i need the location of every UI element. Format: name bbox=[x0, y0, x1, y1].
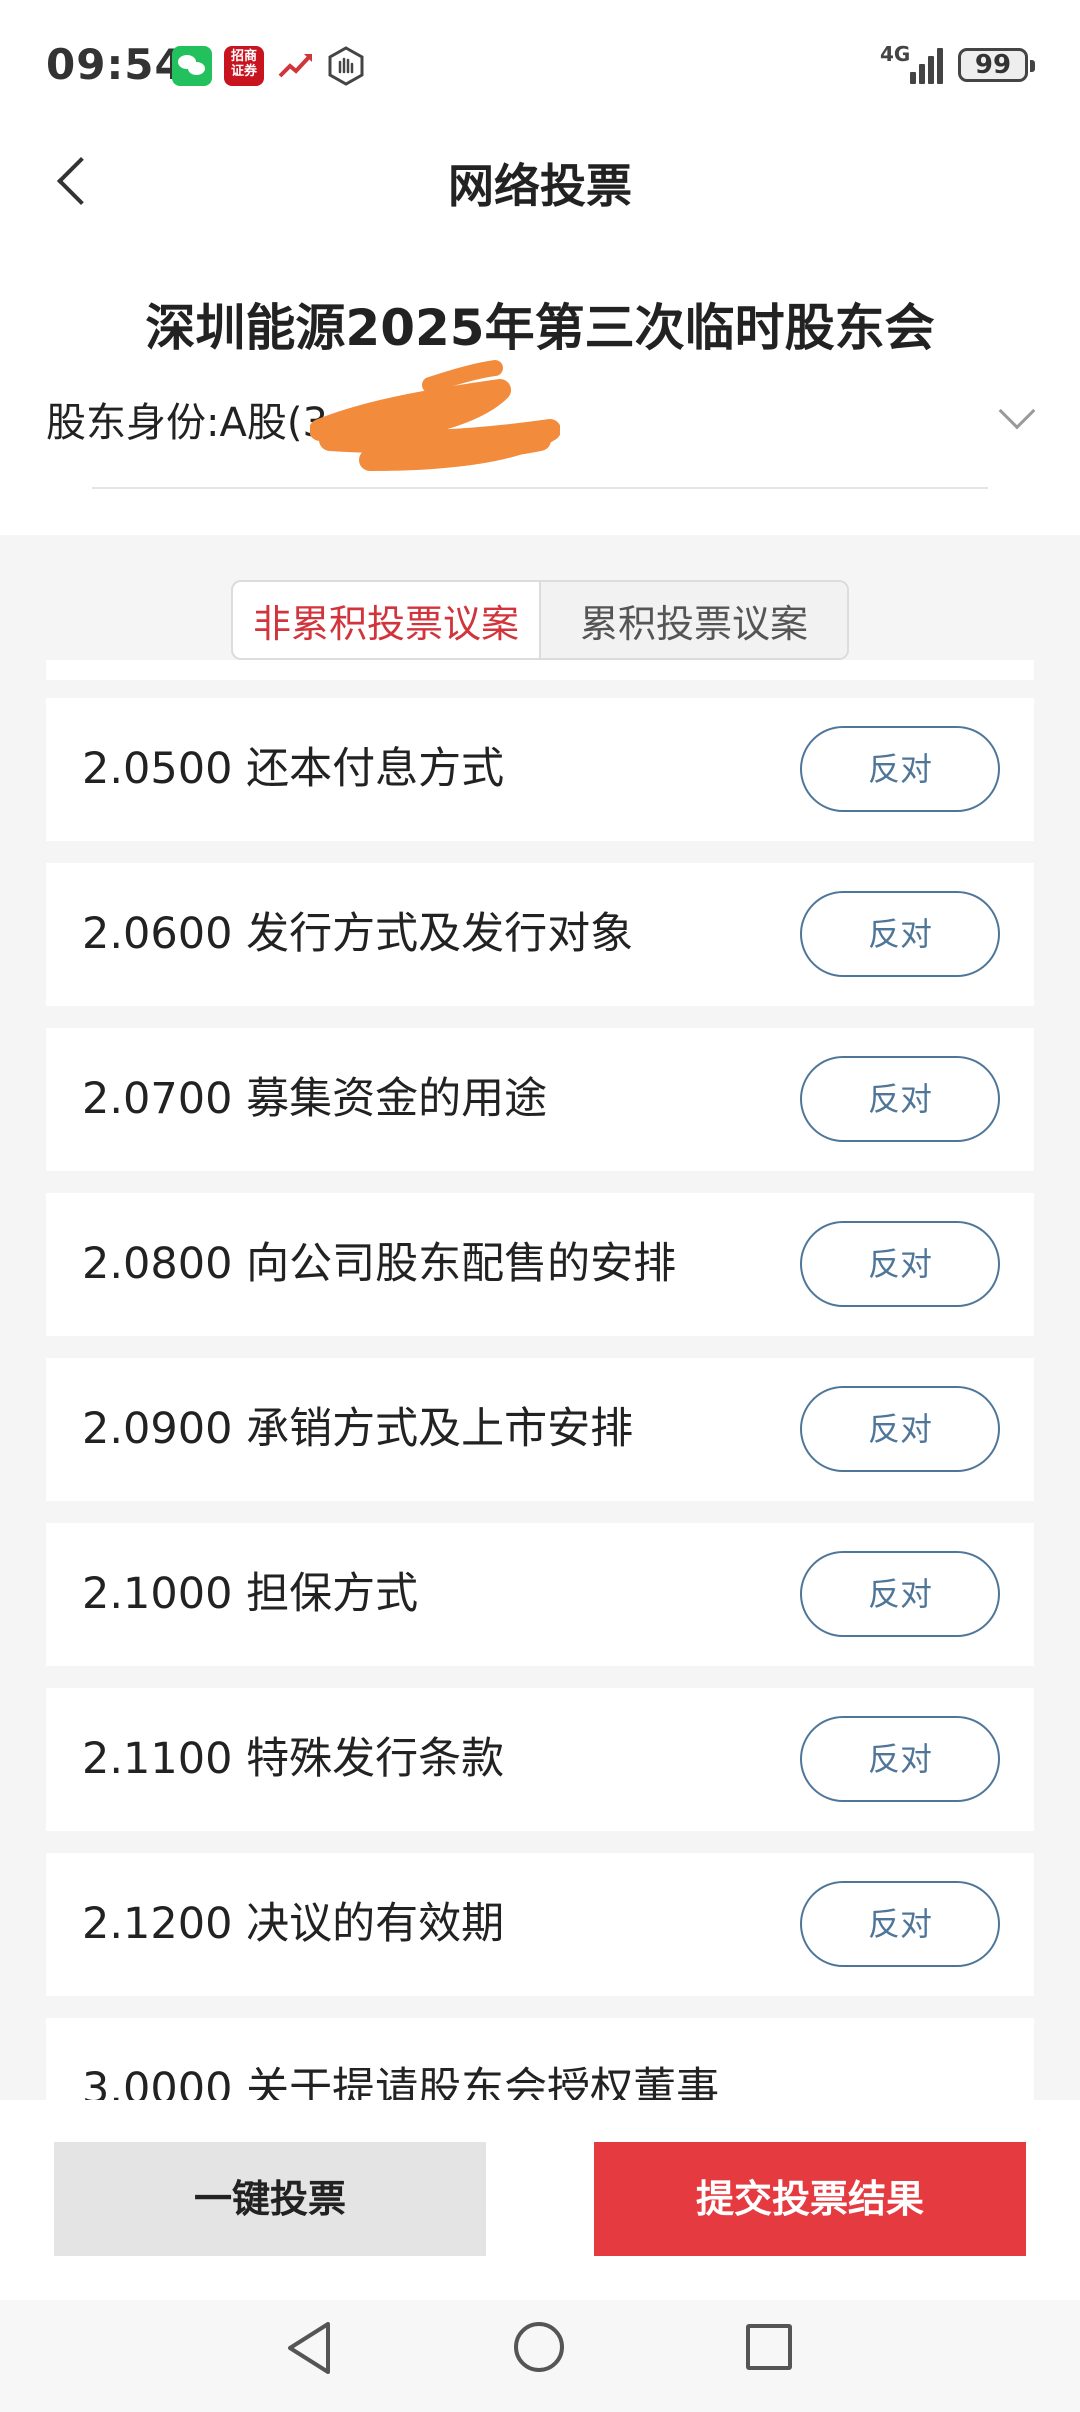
nav-back-icon[interactable] bbox=[284, 2320, 334, 2376]
chevron-down-icon[interactable] bbox=[998, 392, 1036, 430]
tab-cumulative[interactable]: 累积投票议案 bbox=[541, 582, 847, 658]
list-item: 2.0900 承销方式及上市安排 反对 bbox=[46, 1358, 1034, 1501]
meeting-title: 深圳能源2025年第三次临时股东会 bbox=[145, 299, 935, 357]
oppose-button[interactable]: 反对 bbox=[800, 1386, 1000, 1472]
list-item: 2.0500 还本付息方式 反对 bbox=[46, 698, 1034, 841]
proposal-label: 2.0600 发行方式及发行对象 bbox=[82, 909, 634, 959]
redaction-scribble bbox=[310, 360, 560, 471]
status-time: 09:54 bbox=[46, 40, 185, 89]
oppose-button[interactable]: 反对 bbox=[800, 1716, 1000, 1802]
system-nav-bar bbox=[0, 2300, 1080, 2412]
wechat-icon bbox=[172, 46, 212, 86]
oppose-button[interactable]: 反对 bbox=[800, 1881, 1000, 1967]
nav-home-icon[interactable] bbox=[514, 2322, 564, 2372]
proposal-tabs: 非累积投票议案 累积投票议案 bbox=[231, 580, 849, 660]
list-item: 2.1200 决议的有效期 反对 bbox=[46, 1853, 1034, 1996]
list-item: 3.0000 关于提请股东会授权董事 bbox=[46, 2018, 1034, 2100]
proposal-label: 2.1000 担保方式 bbox=[82, 1569, 419, 1619]
proposal-section: 非累积投票议案 累积投票议案 2.0500 还本付息方式 反对 2.0600 发… bbox=[0, 535, 1080, 2100]
oppose-button[interactable]: 反对 bbox=[800, 726, 1000, 812]
one-click-vote-button[interactable]: 一键投票 bbox=[54, 2142, 486, 2256]
page-title: 网络投票 bbox=[448, 159, 632, 213]
proposal-label: 2.0900 承销方式及上市安排 bbox=[82, 1404, 634, 1454]
submit-vote-button[interactable]: 提交投票结果 bbox=[594, 2142, 1026, 2256]
oppose-button[interactable]: 反对 bbox=[800, 1056, 1000, 1142]
status-bar: 09:54 招商 证券 4G 99 bbox=[0, 0, 1080, 130]
stock-trend-icon bbox=[276, 46, 316, 86]
list-item: 2.1100 特殊发行条款 反对 bbox=[46, 1688, 1034, 1831]
list-item: 2.0700 募集资金的用途 反对 bbox=[46, 1028, 1034, 1171]
shareholder-label: 股东身份:A股(3 bbox=[46, 400, 328, 446]
proposal-label: 2.1200 决议的有效期 bbox=[82, 1899, 505, 1949]
proposal-label: 2.1100 特殊发行条款 bbox=[82, 1734, 505, 1784]
divider bbox=[92, 487, 988, 489]
oppose-button[interactable]: 反对 bbox=[800, 1551, 1000, 1637]
proposal-label: 2.0500 还本付息方式 bbox=[82, 744, 505, 794]
battery-icon: 99 bbox=[958, 48, 1035, 82]
proposal-label: 2.0800 向公司股东配售的安排 bbox=[82, 1239, 677, 1289]
signal-icon bbox=[904, 44, 944, 84]
oppose-button[interactable]: 反对 bbox=[800, 891, 1000, 977]
proposal-label: 2.0700 募集资金的用途 bbox=[82, 1074, 548, 1124]
tab-non-cumulative[interactable]: 非累积投票议案 bbox=[233, 582, 541, 658]
oppose-button[interactable]: 反对 bbox=[800, 1221, 1000, 1307]
bottom-action-bar: 一键投票 提交投票结果 bbox=[0, 2100, 1080, 2300]
nav-recent-apps-icon[interactable] bbox=[746, 2324, 792, 2370]
header: 网络投票 bbox=[0, 130, 1080, 230]
proposal-label: 3.0000 关于提请股东会授权董事 bbox=[82, 2064, 720, 2100]
cms-securities-icon: 招商 证券 bbox=[224, 46, 264, 86]
list-item-partial bbox=[46, 660, 1034, 680]
list-item: 2.0600 发行方式及发行对象 反对 bbox=[46, 863, 1034, 1006]
list-item: 2.0800 向公司股东配售的安排 反对 bbox=[46, 1193, 1034, 1336]
list-item: 2.1000 担保方式 反对 bbox=[46, 1523, 1034, 1666]
hand-shield-icon bbox=[326, 46, 366, 86]
